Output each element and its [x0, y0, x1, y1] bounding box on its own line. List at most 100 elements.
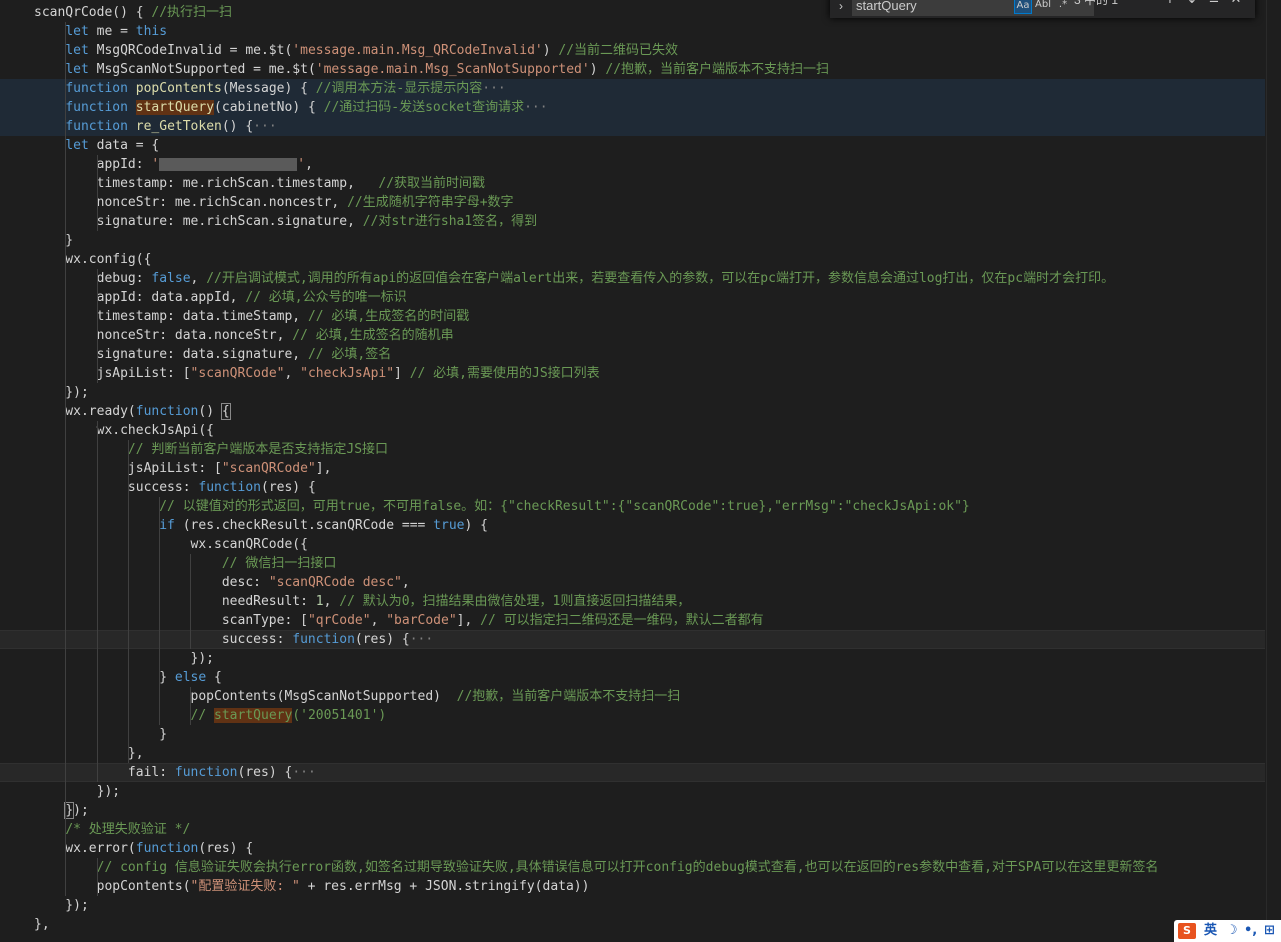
code-line[interactable]: function popContents(Message) { //调用本方法-…: [0, 79, 1265, 98]
code-token: let: [65, 24, 89, 39]
code-token: //调用本方法-显示提示内容: [315, 81, 483, 96]
code-line[interactable]: // 判断当前客户端版本是否支持指定JS接口: [0, 440, 1265, 459]
code-token: ': [151, 157, 160, 172]
code-token: "scanQRCode": [221, 461, 316, 476]
code-line[interactable]: jsApiList: ["scanQRCode"],: [0, 459, 1265, 478]
code-token: startQuery: [214, 708, 293, 723]
code-token: },: [34, 917, 50, 932]
code-line[interactable]: });: [0, 383, 1265, 402]
toggle-replace-chevron-icon[interactable]: ›: [834, 0, 848, 15]
code-line[interactable]: wx.config({: [0, 250, 1265, 269]
code-token: else: [174, 670, 207, 685]
code-line[interactable]: nonceStr: data.nonceStr, // 必填,生成签名的随机串: [0, 326, 1265, 345]
code-token: //: [190, 708, 215, 723]
code-token: // 以键值对的形式返回，可用true，不可用false。如：{"checkRe…: [159, 499, 970, 514]
code-line[interactable]: timestamp: me.richScan.timestamp, //获取当前…: [0, 174, 1265, 193]
code-token: "checkJsApi": [300, 366, 395, 381]
moon-icon[interactable]: ☽: [1226, 922, 1238, 940]
ime-toolbar[interactable]: S 英 ☽ •, ⊞: [1174, 920, 1281, 942]
code-token: }: [34, 233, 74, 248]
ime-mode-toggle[interactable]: 英: [1204, 922, 1217, 940]
code-line[interactable]: let data = {: [0, 136, 1265, 155]
code-line[interactable]: },: [0, 744, 1265, 763]
match-case-toggle[interactable]: Aa: [1014, 0, 1032, 14]
punctuation-toggle[interactable]: •,: [1244, 922, 1257, 940]
code-line[interactable]: signature: me.richScan.signature, //对str…: [0, 212, 1265, 231]
indent-guide: [97, 155, 98, 231]
code-line[interactable]: popContents("配置验证失败: " + res.errMsg + JS…: [0, 877, 1265, 896]
code-token: let: [65, 62, 89, 77]
code-token: true: [433, 518, 465, 533]
code-line[interactable]: function re_GetToken() {···: [0, 117, 1265, 136]
folded-ellipsis-icon[interactable]: ···: [410, 632, 433, 647]
code-token: // 默认为0，扫描结果由微信处理，1则直接返回扫描结果，: [339, 594, 691, 609]
code-token: function: [65, 119, 128, 134]
code-line[interactable]: }: [0, 231, 1265, 250]
vertical-scrollbar[interactable]: [1266, 0, 1281, 942]
folded-ellipsis-icon[interactable]: ···: [482, 81, 505, 96]
code-line[interactable]: } else {: [0, 668, 1265, 687]
code-token: //抱歉，当前客户端版本不支持扫一扫: [605, 62, 830, 77]
code-token: function: [135, 404, 199, 419]
list-icon[interactable]: ≡: [1204, 0, 1224, 6]
folded-ellipsis-icon[interactable]: ···: [524, 100, 547, 115]
code-token: () {: [221, 119, 254, 134]
close-icon[interactable]: ✕: [1226, 0, 1246, 6]
code-token: fail:: [34, 765, 175, 780]
code-line[interactable]: });: [0, 896, 1265, 915]
code-token: //抱歉，当前客户端版本不支持扫一扫: [456, 689, 681, 704]
regex-toggle[interactable]: .*: [1054, 0, 1072, 14]
code-line[interactable]: debug: false, //开启调试模式,调用的所有api的返回值会在客户端…: [0, 269, 1265, 288]
code-line[interactable]: wx.ready(function() {: [0, 402, 1265, 421]
code-line[interactable]: // config 信息验证失败会执行error函数,如签名过期导致验证失败,具…: [0, 858, 1265, 877]
toolbox-icon[interactable]: ⊞: [1264, 922, 1275, 940]
code-token: // 必填,生成签名的随机串: [292, 328, 454, 343]
code-line[interactable]: }: [0, 725, 1265, 744]
code-line[interactable]: timestamp: data.timeStamp, // 必填,生成签名的时间…: [0, 307, 1265, 326]
code-token: // 可以指定扫二维码还是一维码，默认二者都有: [480, 613, 764, 628]
whole-word-toggle[interactable]: Abl: [1034, 0, 1052, 14]
indent-guide: [190, 687, 191, 725]
code-line[interactable]: jsApiList: ["scanQRCode", "checkJsApi"] …: [0, 364, 1265, 383]
code-token: }: [64, 802, 75, 819]
code-editor[interactable]: scanQrCode() { //执行扫一扫 let me = this let…: [0, 0, 1281, 942]
code-line[interactable]: fail: function(res) {···: [0, 763, 1265, 782]
code-line[interactable]: signature: data.signature, // 必填,签名: [0, 345, 1265, 364]
code-line[interactable]: });: [0, 782, 1265, 801]
code-line[interactable]: /* 处理失败验证 */: [0, 820, 1265, 839]
code-line[interactable]: success: function(res) {: [0, 478, 1265, 497]
code-line[interactable]: wx.scanQRCode({: [0, 535, 1265, 554]
code-token: MsgScanNotSupported = me.$t(: [88, 62, 316, 77]
code-token: ,: [370, 613, 387, 628]
code-line[interactable]: wx.error(function(res) {: [0, 839, 1265, 858]
code-line[interactable]: let me = this: [0, 22, 1265, 41]
code-line[interactable]: function startQuery(cabinetNo) { //通过扫码-…: [0, 98, 1265, 117]
code-line[interactable]: },: [0, 915, 1265, 934]
arrow-down-icon[interactable]: ↓: [1182, 0, 1202, 6]
code-token: let: [65, 138, 89, 153]
code-token: "qrCode": [307, 613, 371, 628]
code-line[interactable]: });: [0, 801, 1265, 820]
code-token: "配置验证失败: ": [190, 879, 300, 894]
folded-ellipsis-icon[interactable]: ···: [253, 119, 276, 134]
code-token: );: [73, 803, 89, 818]
folded-ellipsis-icon[interactable]: ···: [292, 765, 315, 780]
code-token: });: [34, 385, 89, 400]
code-token: //对str进行sha1签名，得到: [362, 214, 538, 229]
code-token: (Message) {: [221, 81, 316, 96]
code-line[interactable]: wx.checkJsApi({: [0, 421, 1265, 440]
code-line[interactable]: nonceStr: me.richScan.noncestr, //生成随机字符…: [0, 193, 1265, 212]
code-line[interactable]: if (res.checkResult.scanQRCode === true)…: [0, 516, 1265, 535]
code-line[interactable]: let MsgScanNotSupported = me.$t('message…: [0, 60, 1265, 79]
match-count: 3 中的 1: [1074, 0, 1119, 7]
code-line[interactable]: let MsgQRCodeInvalid = me.$t('message.ma…: [0, 41, 1265, 60]
arrow-up-icon[interactable]: ↑: [1160, 0, 1180, 6]
code-line[interactable]: // 以键值对的形式返回，可用true，不可用false。如：{"checkRe…: [0, 497, 1265, 516]
code-line[interactable]: appId: data.appId, // 必填,公众号的唯一标识: [0, 288, 1265, 307]
code-line[interactable]: });: [0, 649, 1265, 668]
code-token: // 判断当前客户端版本是否支持指定JS接口: [127, 442, 389, 457]
code-token: (res) {: [261, 480, 316, 495]
code-line[interactable]: appId: ' ',: [0, 155, 1265, 174]
